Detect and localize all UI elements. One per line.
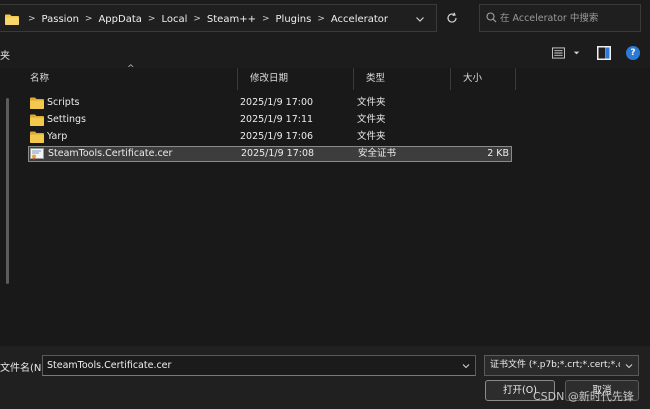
- file-list: ^ 名称 修改日期 类型 大小 Scripts 2025/1/9 17:00 文…: [18, 64, 650, 346]
- address-toolbar: > Passion > AppData > Local > Steam++ > …: [0, 0, 650, 38]
- preview-pane-icon[interactable]: [597, 46, 611, 60]
- caret-down-icon: [573, 51, 580, 55]
- chevron-right-icon[interactable]: >: [85, 14, 93, 24]
- certificate-icon: [30, 148, 44, 160]
- chevron-right-icon[interactable]: >: [28, 14, 36, 24]
- file-date: 2025/1/9 17:11: [240, 114, 314, 125]
- chevron-down-icon[interactable]: [414, 13, 426, 25]
- breadcrumb-plugins[interactable]: Plugins: [276, 14, 312, 25]
- folder-icon: [5, 14, 19, 25]
- folder-icon: [30, 97, 44, 109]
- chevron-right-icon[interactable]: >: [317, 14, 325, 24]
- file-date: 2025/1/9 17:08: [241, 148, 315, 159]
- breadcrumb: > Passion > AppData > Local > Steam++ > …: [22, 5, 388, 33]
- breadcrumb-local[interactable]: Local: [161, 14, 187, 25]
- file-row[interactable]: Scripts 2025/1/9 17:00 文件夹: [28, 95, 512, 111]
- file-type: 文件夹: [357, 131, 386, 142]
- column-headers: ^ 名称 修改日期 类型 大小: [18, 64, 650, 90]
- view-options-button[interactable]: [552, 46, 582, 60]
- breadcrumb-appdata[interactable]: AppData: [98, 14, 141, 25]
- file-name: Settings: [47, 114, 86, 125]
- address-bar[interactable]: > Passion > AppData > Local > Steam++ > …: [0, 4, 437, 32]
- folder-icon: [30, 131, 44, 143]
- column-header-name[interactable]: 名称: [18, 68, 237, 90]
- refresh-icon: [447, 12, 457, 23]
- chevron-right-icon[interactable]: >: [148, 14, 156, 24]
- column-header-size[interactable]: 大小: [451, 68, 515, 90]
- file-date: 2025/1/9 17:00: [240, 97, 314, 108]
- navigation-pane: [0, 68, 18, 346]
- file-type: 文件夹: [357, 97, 386, 108]
- breadcrumb-accelerator[interactable]: Accelerator: [331, 14, 388, 25]
- file-size: 2 KB: [487, 148, 509, 159]
- file-type-filter[interactable]: 证书文件 (*.p7b;*.crt;*.cert;*.c: [484, 355, 639, 376]
- chevron-right-icon[interactable]: >: [193, 14, 201, 24]
- filename-input[interactable]: [47, 356, 452, 375]
- file-type: 文件夹: [357, 114, 386, 125]
- column-header-date[interactable]: 修改日期: [238, 68, 353, 90]
- column-divider[interactable]: [515, 68, 516, 90]
- file-date: 2025/1/9 17:06: [240, 131, 314, 142]
- watermark: CSDN @新时代先锋: [533, 390, 634, 403]
- file-name: SteamTools.Certificate.cer: [48, 148, 173, 159]
- search-icon: [486, 12, 497, 23]
- refresh-button[interactable]: [442, 8, 462, 28]
- folder-icon: [30, 114, 44, 126]
- details-view-icon: [552, 47, 565, 59]
- breadcrumb-steam[interactable]: Steam++: [207, 14, 256, 25]
- filename-combobox[interactable]: [42, 355, 476, 376]
- filter-value: 证书文件 (*.p7b;*.crt;*.cert;*.c: [490, 360, 620, 370]
- search-box[interactable]: [479, 4, 641, 32]
- column-header-type[interactable]: 类型: [354, 68, 450, 90]
- chevron-right-icon[interactable]: >: [262, 14, 270, 24]
- file-name: Scripts: [47, 97, 80, 108]
- dialog-footer: 文件名(N): 证书文件 (*.p7b;*.crt;*.cert;*.c 打开(…: [0, 346, 650, 409]
- breadcrumb-passion[interactable]: Passion: [42, 14, 79, 25]
- nav-item-label[interactable]: 夹: [0, 47, 10, 62]
- chevron-down-icon[interactable]: [624, 361, 634, 371]
- file-type: 安全证书: [358, 148, 397, 159]
- help-icon[interactable]: ?: [626, 46, 640, 60]
- file-row-selected[interactable]: SteamTools.Certificate.cer 2025/1/9 17:0…: [28, 146, 512, 162]
- file-row[interactable]: Yarp 2025/1/9 17:06 文件夹: [28, 129, 512, 145]
- nav-scrollbar[interactable]: [6, 98, 9, 284]
- command-bar: 夹 ?: [0, 38, 650, 68]
- file-row[interactable]: Settings 2025/1/9 17:11 文件夹: [28, 112, 512, 128]
- file-name: Yarp: [47, 131, 68, 142]
- chevron-down-icon[interactable]: [461, 361, 471, 371]
- search-input[interactable]: [500, 5, 638, 31]
